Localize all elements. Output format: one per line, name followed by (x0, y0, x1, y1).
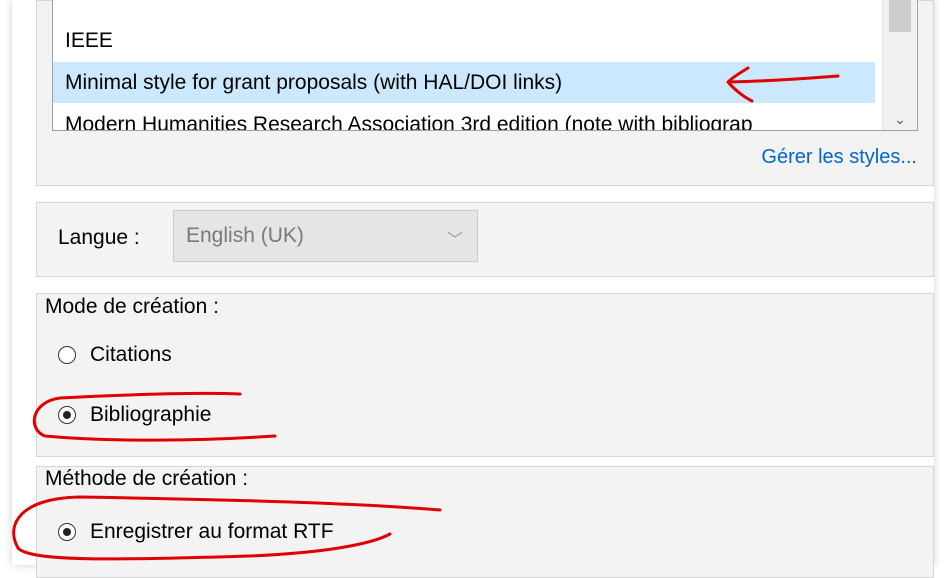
scrollbar-thumb[interactable] (889, 0, 911, 32)
style-listbox[interactable]: IEEE Minimal style for grant proposals (… (52, 0, 918, 131)
language-select[interactable]: English (UK) ﹀ (173, 210, 478, 262)
language-select-value: English (UK) (186, 224, 304, 247)
radio-circle-checked[interactable] (58, 406, 76, 424)
language-label: Langue : (58, 226, 140, 249)
radio-bibliographie[interactable]: Bibliographie (58, 400, 211, 430)
radio-citations[interactable]: Citations (58, 340, 172, 370)
style-item-mhra[interactable]: Modern Humanities Research Association 3… (53, 104, 875, 130)
chevron-down-icon[interactable]: ⌄ (883, 111, 917, 128)
style-list-scrollbar[interactable]: ⌄ (882, 0, 917, 130)
style-item-minimal-grant[interactable]: Minimal style for grant proposals (with … (53, 62, 875, 103)
radio-circle[interactable] (58, 346, 76, 364)
radio-save-rtf[interactable]: Enregistrer au format RTF (58, 517, 334, 547)
radio-citations-label: Citations (90, 343, 172, 366)
manage-styles-link[interactable]: Gérer les styles... (761, 146, 917, 169)
language-panel (36, 202, 934, 277)
radio-bibliographie-label: Bibliographie (90, 403, 212, 426)
chevron-down-icon: ﹀ (446, 232, 463, 249)
radio-circle-checked[interactable] (58, 523, 76, 541)
radio-save-rtf-label: Enregistrer au format RTF (90, 520, 334, 543)
style-item-ieee[interactable]: IEEE (53, 20, 875, 61)
creation-method-title: Méthode de création : (45, 467, 257, 491)
creation-mode-title: Mode de création : (45, 295, 227, 319)
